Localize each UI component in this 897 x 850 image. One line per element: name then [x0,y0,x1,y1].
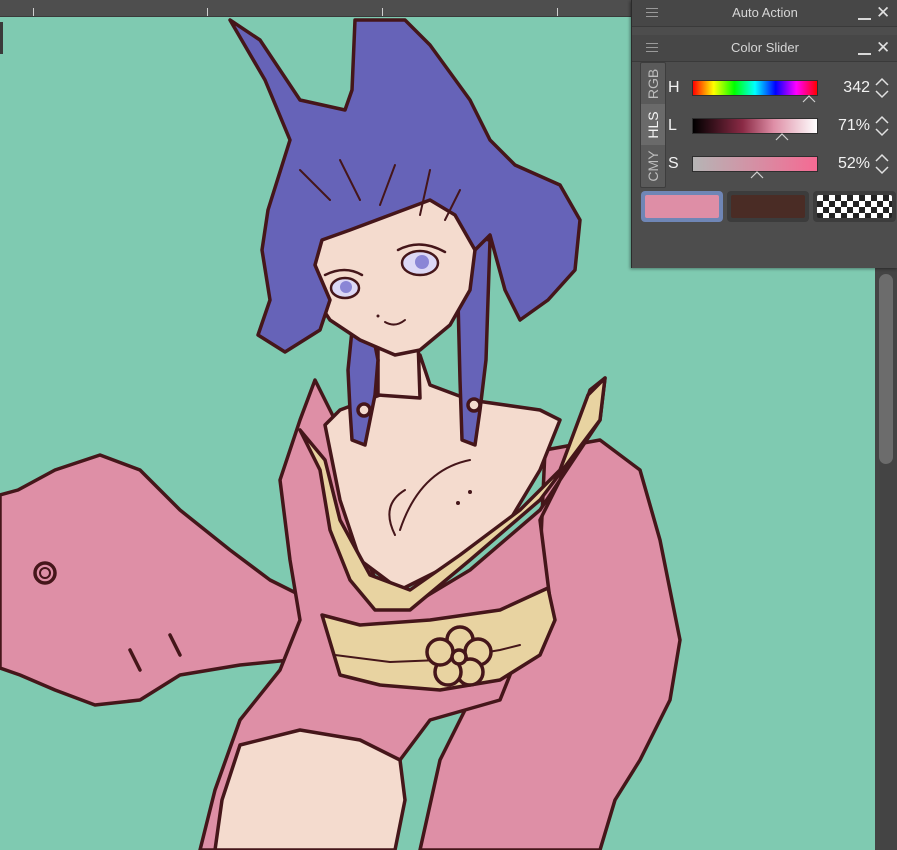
transparent-color-swatch[interactable] [813,191,896,222]
tab-cmy-label: CMY [645,149,661,182]
hue-slider-caret[interactable] [802,95,816,103]
saturation-slider-row: S 52% [668,149,896,183]
auto-action-titlebar[interactable]: Auto Action ✕ [632,0,897,27]
close-icon[interactable]: ✕ [876,3,890,23]
tab-rgb-label: RGB [645,68,661,99]
spin-arrows-icon[interactable] [874,115,890,137]
spin-arrows-icon[interactable] [874,153,890,175]
top-ruler [0,0,632,17]
hue-slider-row: H 342 [668,73,896,107]
hue-slider-track[interactable] [692,80,818,96]
lightness-label: L [668,117,677,134]
color-mode-tabs: RGB HLS CMY [640,62,666,188]
transparent-checker-fill [817,195,892,218]
tab-hls[interactable]: HLS [641,104,665,145]
saturation-label: S [668,155,679,172]
canvas-vertical-scrollbar[interactable] [875,268,897,850]
ruler-tick [557,8,558,16]
hue-label: H [668,79,680,96]
close-icon[interactable]: ✕ [876,38,890,58]
color-slider-titlebar[interactable]: Color Slider ✕ [632,35,897,62]
main-color-swatch[interactable] [641,191,723,222]
tab-hls-label: HLS [645,110,661,139]
saturation-slider-caret[interactable] [750,171,764,179]
lightness-slider-caret[interactable] [775,133,789,141]
spin-arrows-icon[interactable] [874,77,890,99]
ruler-tick [33,8,34,16]
skin-belly [213,728,407,850]
tab-rgb[interactable]: RGB [641,63,665,104]
scrollbar-thumb[interactable] [879,274,893,464]
main-color-fill [645,195,719,218]
hue-value[interactable]: 342 [818,79,870,97]
floating-panel-stack: Auto Action ✕ Color Slider ✕ RGB HLS CMY… [631,0,897,268]
lightness-slider-track[interactable] [692,118,818,134]
saturation-slider-track[interactable] [692,156,818,172]
lightness-value[interactable]: 71% [818,117,870,135]
ruler-tick [207,8,208,16]
minimize-icon[interactable] [858,53,871,55]
sub-color-swatch[interactable] [727,191,809,222]
saturation-value[interactable]: 52% [818,155,870,173]
lightness-slider-row: L 71% [668,111,896,145]
ruler-tick [382,8,383,16]
minimize-icon[interactable] [858,18,871,20]
sub-color-fill [731,195,805,218]
tab-cmy[interactable]: CMY [641,145,665,186]
left-sleeve [0,453,322,707]
